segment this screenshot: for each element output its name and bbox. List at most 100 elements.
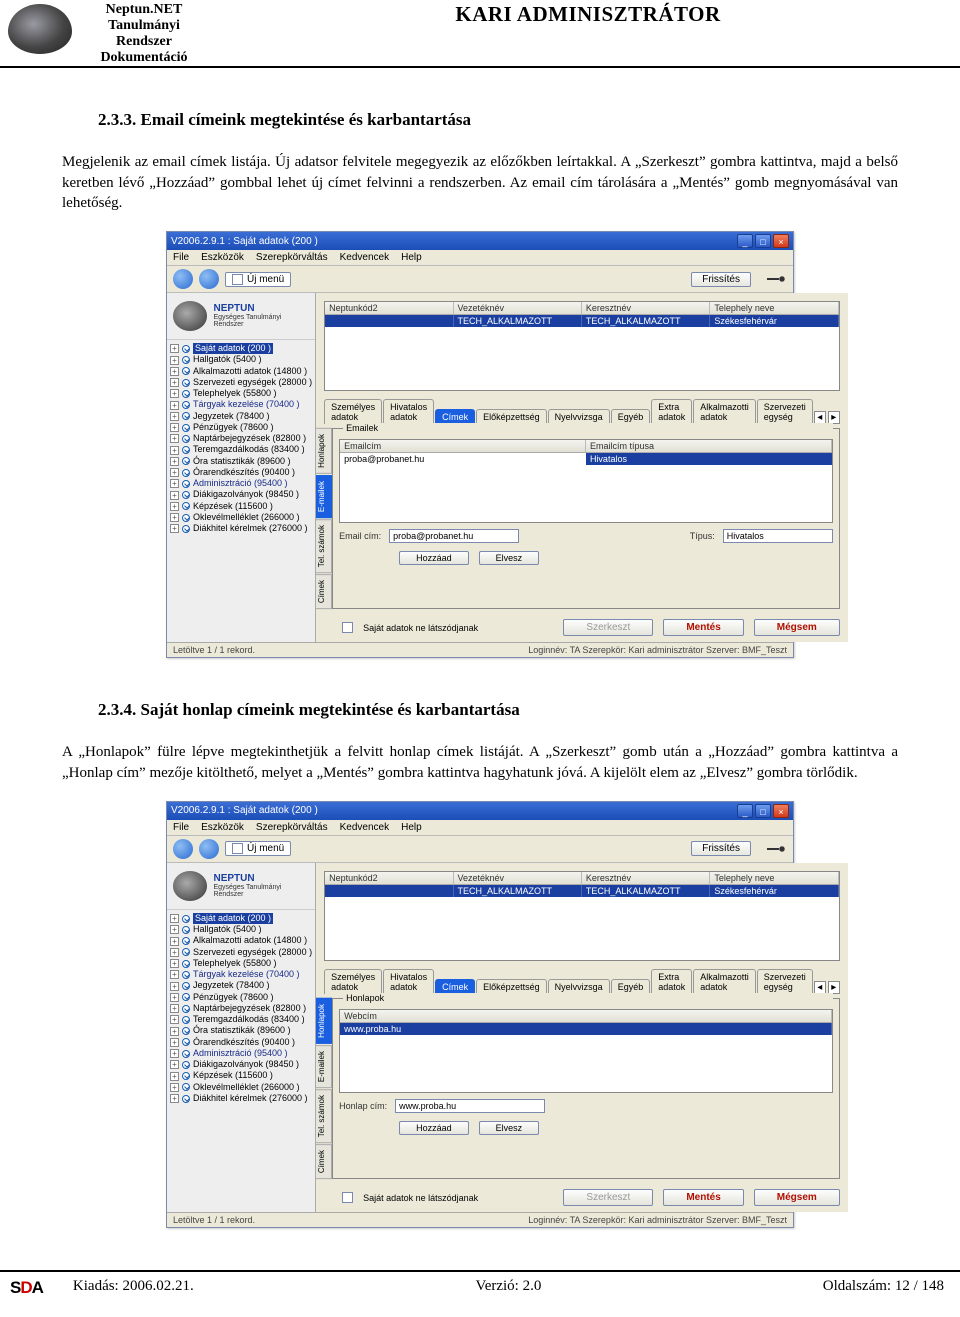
tree-expand-icon[interactable]: + bbox=[170, 948, 179, 957]
col-emailcim[interactable]: Emailcím bbox=[340, 440, 586, 452]
tab-hivatalos[interactable]: Hivatalos adatok bbox=[383, 399, 434, 424]
minimize-icon[interactable]: _ bbox=[737, 234, 753, 248]
tree-item[interactable]: +Szervezeti egységek (28000 ) bbox=[169, 377, 313, 388]
pin-icon[interactable] bbox=[767, 843, 787, 855]
col-telephely[interactable]: Telephely neve bbox=[710, 302, 838, 314]
menu-favs[interactable]: Kedvencek bbox=[340, 822, 389, 833]
tab-szemelyes[interactable]: Személyes adatok bbox=[324, 969, 382, 994]
tree-item[interactable]: +Diákhitel kérelmek (276000 ) bbox=[169, 1093, 313, 1104]
tree-expand-icon[interactable]: + bbox=[170, 412, 179, 421]
tree-item[interactable]: +Hallgatók (5400 ) bbox=[169, 924, 313, 935]
vtab-cimek[interactable]: Címek bbox=[316, 574, 332, 609]
menu-roleswitch[interactable]: Szerepkörváltás bbox=[256, 822, 328, 833]
tree-expand-icon[interactable]: + bbox=[170, 1049, 179, 1058]
tree-expand-icon[interactable]: + bbox=[170, 491, 179, 500]
tree-item[interactable]: +Teremgazdálkodás (83400 ) bbox=[169, 444, 313, 455]
tab-cimek[interactable]: Címek bbox=[435, 409, 475, 424]
email-grid[interactable]: Emailcím Emailcím típusa proba@probanet.… bbox=[339, 439, 833, 523]
tree-expand-icon[interactable]: + bbox=[170, 389, 179, 398]
col-keresztnev[interactable]: Keresztnév bbox=[582, 872, 710, 884]
tree-expand-icon[interactable]: + bbox=[170, 925, 179, 934]
tree-item[interactable]: +Oklevélmelléklet (266000 ) bbox=[169, 1082, 313, 1093]
tree-item[interactable]: +Teremgazdálkodás (83400 ) bbox=[169, 1014, 313, 1025]
tree-item[interactable]: +Naptárbejegyzések (82800 ) bbox=[169, 433, 313, 444]
tree-expand-icon[interactable]: + bbox=[170, 356, 179, 365]
vtab-honlapok[interactable]: Honlapok bbox=[316, 998, 332, 1044]
top-grid-row[interactable]: TECH_ALKALMAZOTT TECH_ALKALMAZOTT Székes… bbox=[325, 315, 839, 327]
tree-item[interactable]: +Diákigazolványok (98450 ) bbox=[169, 1059, 313, 1070]
edit-button[interactable]: Szerkeszt bbox=[563, 1189, 653, 1206]
email-type-select[interactable] bbox=[723, 529, 833, 543]
menu-help[interactable]: Help bbox=[401, 822, 422, 833]
tab-alk[interactable]: Alkalmazotti adatok bbox=[693, 399, 756, 424]
tree-expand-icon[interactable]: + bbox=[170, 937, 179, 946]
tab-nyelv[interactable]: Nyelvvizsga bbox=[548, 979, 610, 994]
tree-expand-icon[interactable]: + bbox=[170, 1072, 179, 1081]
new-menu-toggle[interactable]: Új menü bbox=[225, 272, 291, 287]
refresh-button[interactable]: Frissítés bbox=[691, 841, 751, 856]
tree-expand-icon[interactable]: + bbox=[170, 434, 179, 443]
col-vezeteknev[interactable]: Vezetéknév bbox=[454, 302, 582, 314]
nav-fwd-icon[interactable] bbox=[199, 839, 219, 859]
hide-own-checkbox[interactable] bbox=[342, 622, 353, 633]
refresh-button[interactable]: Frissítés bbox=[691, 272, 751, 287]
newmenu-checkbox-icon[interactable] bbox=[232, 843, 243, 854]
menu-help[interactable]: Help bbox=[401, 252, 422, 263]
col-webcim[interactable]: Webcím bbox=[340, 1010, 832, 1022]
tree-item[interactable]: +Tárgyak kezelése (70400 ) bbox=[169, 969, 313, 980]
tree-item[interactable]: +Saját adatok (200 ) bbox=[169, 913, 313, 924]
tab-szemelyes[interactable]: Személyes adatok bbox=[324, 399, 382, 424]
tree-expand-icon[interactable]: + bbox=[170, 513, 179, 522]
tree-expand-icon[interactable]: + bbox=[170, 479, 179, 488]
add-button[interactable]: Hozzáad bbox=[399, 1121, 469, 1135]
col-neptunkod[interactable]: Neptunkód2 bbox=[325, 872, 453, 884]
tree-item[interactable]: +Adminisztráció (95400 ) bbox=[169, 1048, 313, 1059]
cancel-button[interactable]: Mégsem bbox=[754, 619, 840, 636]
tab-extra[interactable]: Extra adatok bbox=[651, 399, 692, 424]
menu-favs[interactable]: Kedvencek bbox=[340, 252, 389, 263]
tree-expand-icon[interactable]: + bbox=[170, 401, 179, 410]
tree-expand-icon[interactable]: + bbox=[170, 1015, 179, 1024]
tree-expand-icon[interactable]: + bbox=[170, 468, 179, 477]
vtab-cimek[interactable]: Címek bbox=[316, 1144, 332, 1179]
tree-expand-icon[interactable]: + bbox=[170, 914, 179, 923]
newmenu-checkbox-icon[interactable] bbox=[232, 274, 243, 285]
nav-back-icon[interactable] bbox=[173, 269, 193, 289]
tree-item[interactable]: +Szervezeti egységek (28000 ) bbox=[169, 947, 313, 958]
tree-item[interactable]: +Képzések (115600 ) bbox=[169, 501, 313, 512]
maximize-icon[interactable]: □ bbox=[755, 804, 771, 818]
cancel-button[interactable]: Mégsem bbox=[754, 1189, 840, 1206]
email-grid-row[interactable]: proba@probanet.hu Hivatalos bbox=[340, 453, 832, 465]
col-neptunkod[interactable]: Neptunkód2 bbox=[325, 302, 453, 314]
tree-expand-icon[interactable]: + bbox=[170, 970, 179, 979]
tree-item[interactable]: +Pénzügyek (78600 ) bbox=[169, 992, 313, 1003]
add-button[interactable]: Hozzáad bbox=[399, 551, 469, 565]
tree-expand-icon[interactable]: + bbox=[170, 1027, 179, 1036]
menu-file[interactable]: File bbox=[173, 252, 189, 263]
menu-roleswitch[interactable]: Szerepkörváltás bbox=[256, 252, 328, 263]
tree-expand-icon[interactable]: + bbox=[170, 959, 179, 968]
tree-item[interactable]: +Képzések (115600 ) bbox=[169, 1070, 313, 1081]
vtab-emailek[interactable]: E-mailek bbox=[316, 475, 332, 518]
menu-tools[interactable]: Eszközök bbox=[201, 822, 244, 833]
vtab-tel[interactable]: Tel. számok bbox=[316, 1089, 332, 1143]
email-input[interactable] bbox=[389, 529, 519, 543]
tree-expand-icon[interactable]: + bbox=[170, 982, 179, 991]
web-grid-row[interactable]: www.proba.hu bbox=[340, 1023, 832, 1035]
tree-item[interactable]: +Jegyzetek (78400 ) bbox=[169, 411, 313, 422]
tree-expand-icon[interactable]: + bbox=[170, 367, 179, 376]
top-grid-row[interactable]: TECH_ALKALMAZOTT TECH_ALKALMAZOTT Székes… bbox=[325, 885, 839, 897]
tree-expand-icon[interactable]: + bbox=[170, 993, 179, 1002]
tree-expand-icon[interactable]: + bbox=[170, 446, 179, 455]
hide-own-checkbox[interactable] bbox=[342, 1192, 353, 1203]
tree-expand-icon[interactable]: + bbox=[170, 502, 179, 511]
tree-item[interactable]: +Alkalmazotti adatok (14800 ) bbox=[169, 935, 313, 946]
new-menu-toggle[interactable]: Új menü bbox=[225, 841, 291, 856]
save-button[interactable]: Mentés bbox=[663, 1189, 743, 1206]
col-keresztnev[interactable]: Keresztnév bbox=[582, 302, 710, 314]
tree-item[interactable]: +Telephelyek (55800 ) bbox=[169, 958, 313, 969]
pin-icon[interactable] bbox=[767, 273, 787, 285]
tab-elokep[interactable]: Előképzettség bbox=[476, 979, 547, 994]
tree-expand-icon[interactable]: + bbox=[170, 1083, 179, 1092]
tree-item[interactable]: +Tárgyak kezelése (70400 ) bbox=[169, 399, 313, 410]
